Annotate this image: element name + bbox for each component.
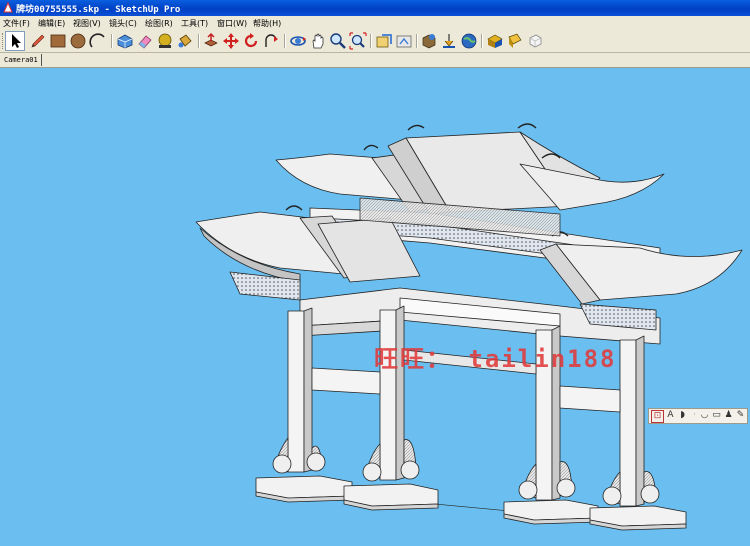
move-icon[interactable]	[222, 32, 240, 50]
protractor-icon[interactable]: ◡	[699, 410, 710, 421]
rectangle-icon[interactable]	[49, 32, 67, 50]
zoom-icon[interactable]	[329, 32, 347, 50]
title-bar: 牌坊00755555.skp - SketchUp Pro	[0, 0, 750, 16]
make-component-icon[interactable]	[116, 32, 134, 50]
toolbar-separator	[111, 34, 113, 48]
model-viewport[interactable]: 旺旺： tailin188 ⊡ A ◗ · ◡ ▭ ♟ ✎	[0, 68, 750, 542]
pan-icon[interactable]	[309, 32, 327, 50]
floating-toolbar: ⊡ A ◗ · ◡ ▭ ♟ ✎	[648, 408, 748, 424]
zoom-extents-icon[interactable]	[349, 32, 367, 50]
menu-tools[interactable]: 工具(T)	[181, 18, 208, 29]
tape-measure-icon[interactable]	[156, 32, 174, 50]
eraser-icon[interactable]	[136, 32, 154, 50]
arc-icon[interactable]	[89, 32, 107, 50]
toolbar-separator	[481, 34, 483, 48]
menu-draw[interactable]: 绘图(R)	[145, 18, 173, 29]
section-plane-icon[interactable]: ⊡	[651, 410, 664, 423]
sketchup-logo-icon	[3, 2, 13, 13]
archway-model	[195, 123, 743, 531]
get-models-icon[interactable]	[420, 32, 438, 50]
orbit-icon[interactable]	[289, 32, 307, 50]
window-title: 牌坊00755555.skp - SketchUp Pro	[16, 5, 181, 15]
google-earth-icon[interactable]	[460, 32, 478, 50]
watermark-text: 旺旺： tailin188	[374, 345, 617, 373]
rotate-icon[interactable]	[242, 32, 260, 50]
pencil-icon[interactable]	[29, 32, 47, 50]
extension-warehouse-icon[interactable]	[486, 32, 504, 50]
follow-me-icon[interactable]	[262, 32, 280, 50]
scene-tab-bar: Camera01	[0, 53, 750, 68]
menu-window[interactable]: 窗口(W)	[217, 18, 247, 29]
3d-warehouse-icon[interactable]	[375, 32, 393, 50]
toolbar-separator	[370, 34, 372, 48]
main-toolbar	[0, 30, 750, 53]
select-icon[interactable]	[5, 31, 25, 51]
toolbar-separator	[416, 34, 418, 48]
toolbar-separator	[284, 34, 286, 48]
axes-icon[interactable]: ▭	[711, 410, 722, 421]
scene-tab-camera01[interactable]: Camera01	[1, 54, 42, 66]
walk-icon[interactable]: ♟	[723, 410, 734, 421]
toolbar-grip[interactable]	[2, 33, 5, 49]
share-model-icon[interactable]	[395, 32, 413, 50]
position-camera-icon[interactable]: ✎	[735, 410, 746, 421]
layout-icon[interactable]	[506, 32, 524, 50]
menu-bar: 文件(F) 编辑(E) 视图(V) 镜头(C) 绘图(R) 工具(T) 窗口(W…	[0, 16, 750, 30]
text-icon[interactable]: A	[665, 410, 676, 421]
dimension-icon[interactable]: ◗	[677, 410, 688, 421]
menu-camera[interactable]: 镜头(C)	[109, 18, 137, 29]
menu-help[interactable]: 帮助(H)	[253, 18, 281, 29]
push-pull-icon[interactable]	[202, 32, 220, 50]
menu-file[interactable]: 文件(F)	[3, 18, 30, 29]
style-builder-icon[interactable]	[526, 32, 544, 50]
toolbar-separator	[198, 34, 200, 48]
menu-edit[interactable]: 编辑(E)	[38, 18, 65, 29]
place-model-icon[interactable]	[440, 32, 458, 50]
circle-icon[interactable]	[69, 32, 87, 50]
menu-view[interactable]: 视图(V)	[73, 18, 101, 29]
paint-bucket-icon[interactable]	[176, 32, 194, 50]
